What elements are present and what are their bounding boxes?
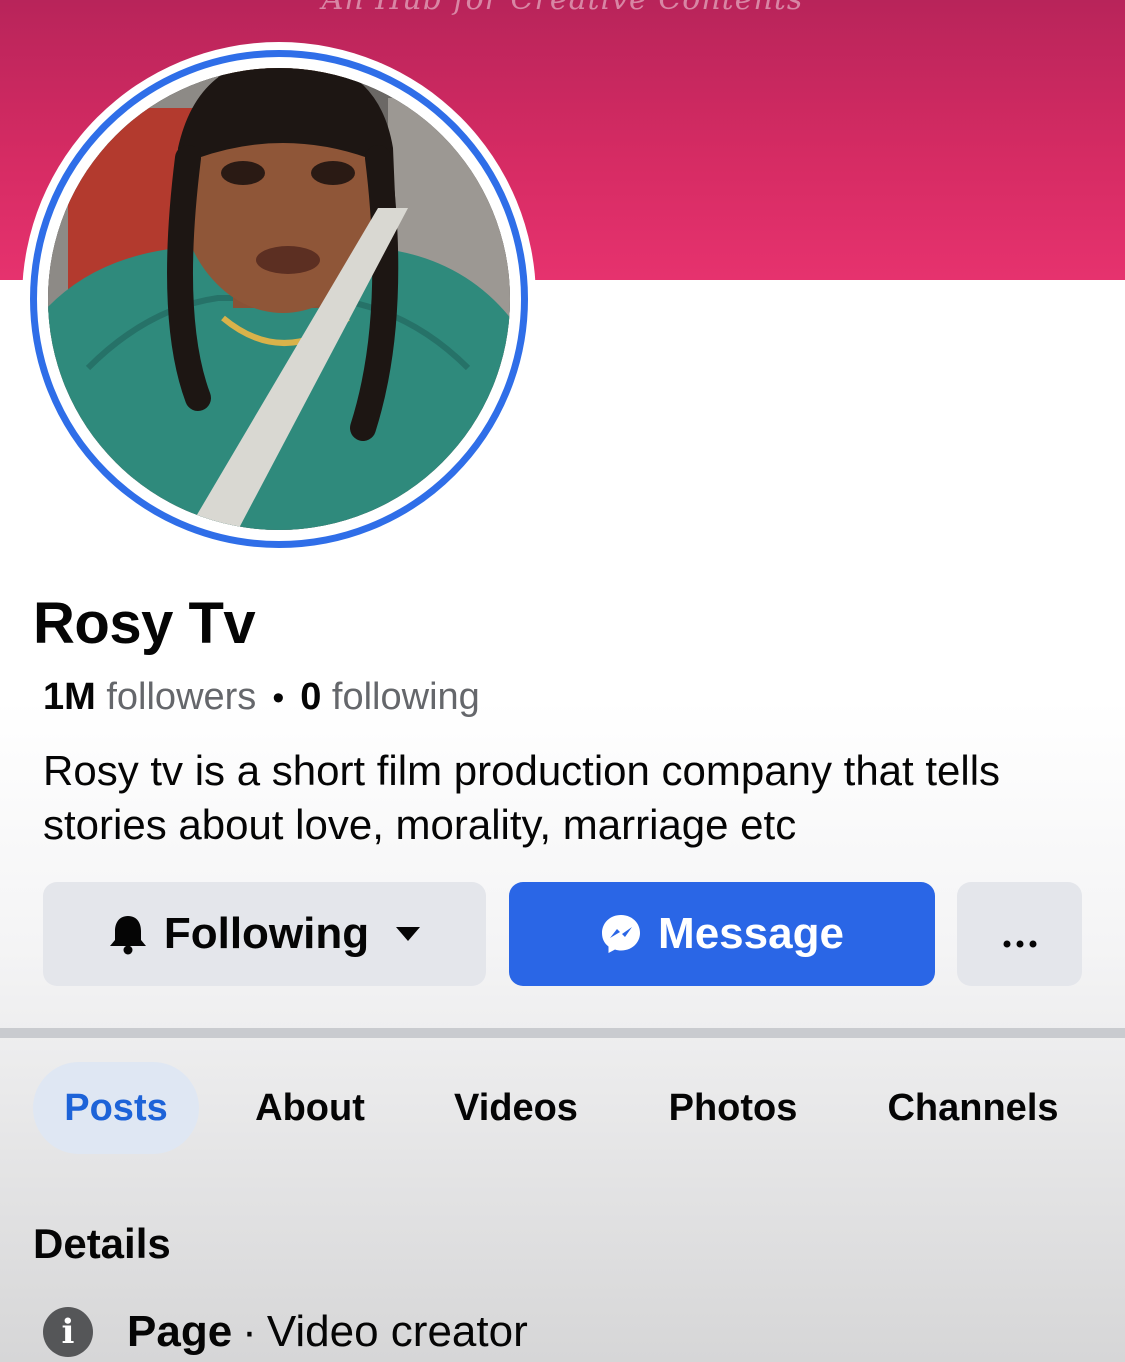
- message-button-label: Message: [658, 909, 844, 958]
- detail-value: Video creator: [266, 1307, 528, 1356]
- followers-label: followers: [106, 676, 257, 718]
- tab-videos[interactable]: Videos: [440, 1062, 592, 1154]
- tab-channels[interactable]: Channels: [870, 1062, 1076, 1154]
- follow-stats: 1M followers • 0 following: [43, 676, 480, 719]
- detail-separator: ·: [242, 1307, 257, 1356]
- detail-row-page-category: i Page · Video creator: [43, 1300, 528, 1362]
- messenger-icon: [600, 913, 642, 955]
- detail-category: Page: [127, 1307, 233, 1356]
- following-button-label: Following: [163, 909, 370, 958]
- profile-tabs: Posts About Videos Photos Channels: [0, 1062, 1125, 1154]
- following-count: 0: [300, 676, 322, 718]
- details-heading: Details: [33, 1220, 171, 1267]
- profile-name: Rosy Tv: [33, 591, 256, 656]
- following-button[interactable]: Following: [43, 882, 486, 986]
- cover-tagline: An Hub for Creative Contents: [0, 0, 1125, 17]
- bell-icon: [108, 913, 148, 955]
- tab-about[interactable]: About: [232, 1062, 388, 1154]
- profile-bio: Rosy tv is a short film production compa…: [43, 747, 1001, 848]
- message-button[interactable]: Message: [509, 882, 935, 986]
- avatar[interactable]: [48, 68, 510, 530]
- avatar-photo-illustration: [48, 68, 510, 530]
- ellipsis-icon: [1003, 909, 1037, 959]
- followers-link[interactable]: 1M followers: [43, 676, 256, 718]
- tab-posts[interactable]: Posts: [33, 1062, 199, 1154]
- stats-separator-dot: •: [272, 679, 285, 717]
- info-icon: i: [43, 1307, 93, 1357]
- following-label: following: [331, 676, 480, 718]
- profile-page: An Hub for Creative Contents Rosy Tv 1M …: [0, 0, 1125, 1362]
- tab-photos[interactable]: Photos: [654, 1062, 812, 1154]
- following-link[interactable]: 0 following: [300, 676, 480, 718]
- chevron-down-icon: [395, 926, 421, 942]
- section-divider: [0, 1028, 1125, 1038]
- more-options-button[interactable]: [957, 882, 1082, 986]
- followers-count: 1M: [43, 676, 96, 718]
